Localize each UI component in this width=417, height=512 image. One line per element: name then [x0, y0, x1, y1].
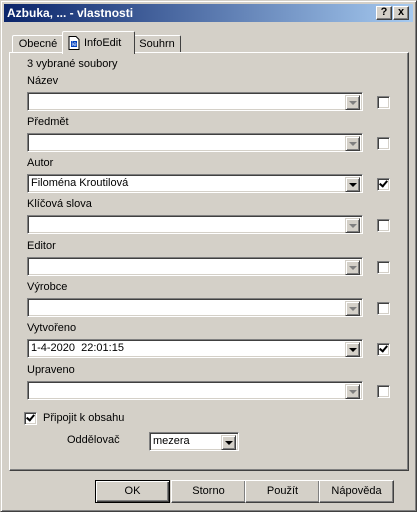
ok-button[interactable]: OK — [95, 480, 170, 503]
selection-info: 3 vybrané soubory — [27, 58, 118, 70]
autor-combo[interactable]: Filoména Kroutilová — [27, 174, 363, 193]
field-label-klicova-slova: Klíčová slova — [27, 198, 92, 210]
predmet-checkbox[interactable] — [377, 137, 390, 150]
tab-souhrn[interactable]: Souhrn — [133, 35, 181, 53]
tab-infoedit[interactable]: ie InfoEdit — [62, 31, 135, 54]
chevron-down-icon[interactable] — [345, 177, 360, 192]
separator-select[interactable]: mezera — [149, 432, 239, 451]
append-checkbox[interactable] — [24, 412, 37, 425]
close-button[interactable]: x — [393, 6, 409, 20]
cancel-button[interactable]: Storno — [171, 480, 246, 503]
window-title: Azbuka, ... - vlastnosti — [7, 6, 134, 20]
document-icon: ie — [68, 36, 80, 50]
help-title-button[interactable]: ? — [376, 6, 392, 20]
field-label-nazev: Název — [27, 75, 59, 87]
vytvoreno-checkbox[interactable] — [377, 343, 390, 356]
separator-label: Oddělovač — [67, 434, 120, 446]
editor-checkbox[interactable] — [377, 261, 390, 274]
klicova-slova-checkbox[interactable] — [377, 219, 390, 232]
vyrobce-combo[interactable] — [27, 298, 363, 317]
chevron-down-icon[interactable] — [345, 95, 360, 110]
chevron-down-icon[interactable] — [221, 435, 236, 450]
chevron-down-icon[interactable] — [345, 136, 360, 151]
close-icon: x — [397, 6, 405, 18]
field-label-editor: Editor — [27, 240, 56, 252]
field-label-vyrobce: Výrobce — [27, 281, 68, 293]
upraveno-combo[interactable] — [27, 381, 363, 400]
append-label: Připojit k obsahu — [43, 412, 125, 424]
klicova-slova-combo[interactable] — [27, 215, 363, 234]
help-button[interactable]: Nápověda — [319, 480, 394, 503]
predmet-combo[interactable] — [27, 133, 363, 152]
svg-text:ie: ie — [71, 41, 77, 48]
chevron-down-icon[interactable] — [345, 342, 360, 357]
vytvoreno-combo[interactable]: 1-4-2020 22:01:15 — [27, 339, 363, 358]
editor-combo[interactable] — [27, 257, 363, 276]
field-label-upraveno: Upraveno — [27, 364, 75, 376]
apply-button[interactable]: Použít — [245, 480, 320, 503]
field-label-autor: Autor — [27, 157, 54, 169]
nazev-checkbox[interactable] — [377, 96, 390, 109]
upraveno-checkbox[interactable] — [377, 385, 390, 398]
tab-obecne[interactable]: Obecné — [12, 35, 64, 53]
field-label-predmet: Předmět — [27, 116, 69, 128]
field-label-vytvoreno: Vytvořeno — [27, 322, 77, 334]
chevron-down-icon[interactable] — [345, 218, 360, 233]
autor-checkbox[interactable] — [377, 178, 390, 191]
chevron-down-icon[interactable] — [345, 260, 360, 275]
chevron-down-icon[interactable] — [345, 301, 360, 316]
help-icon: ? — [380, 6, 388, 18]
chevron-down-icon[interactable] — [345, 384, 360, 399]
vyrobce-checkbox[interactable] — [377, 302, 390, 315]
properties-dialog: Azbuka, ... - vlastnosti ? x Obecné ie I… — [0, 0, 417, 512]
nazev-combo[interactable] — [27, 92, 363, 111]
title-bar[interactable]: Azbuka, ... - vlastnosti ? x — [4, 4, 413, 22]
